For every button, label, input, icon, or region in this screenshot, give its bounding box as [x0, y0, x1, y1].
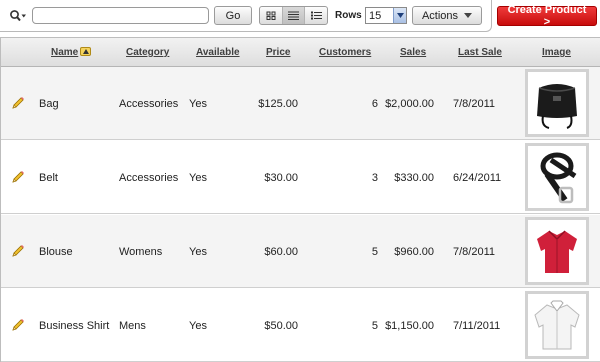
report-view-button[interactable]: [282, 7, 306, 24]
cell-customers: 5: [371, 246, 378, 258]
search-input[interactable]: [32, 7, 209, 24]
edit-pencil-icon[interactable]: [11, 170, 25, 184]
cell-customers: 5: [371, 320, 378, 332]
edit-pencil-icon[interactable]: [11, 318, 25, 332]
chevron-down-icon: [464, 13, 473, 18]
cell-name: Belt: [39, 172, 58, 184]
actions-menu-button[interactable]: Actions: [412, 6, 482, 25]
icon-view-button[interactable]: [260, 7, 283, 24]
product-report: Name Category Available Price Customers …: [0, 37, 600, 362]
header-name[interactable]: Name: [51, 47, 92, 58]
header-last-sale[interactable]: Last Sale: [458, 47, 502, 58]
cell-name: Bag: [39, 98, 59, 110]
edit-pencil-icon[interactable]: [11, 244, 25, 258]
cell-sales: $330.00: [394, 172, 434, 184]
cell-category: Mens: [119, 320, 146, 332]
header-name-label: Name: [51, 47, 79, 58]
cell-customers: 3: [371, 172, 378, 184]
cell-available: Yes: [189, 98, 207, 110]
table-header: Name Category Available Price Customers …: [1, 38, 600, 67]
header-available[interactable]: Available: [196, 47, 240, 58]
cell-available: Yes: [189, 320, 207, 332]
cell-category: Accessories: [119, 98, 179, 110]
rows-label: Rows: [335, 10, 362, 21]
actions-label: Actions: [421, 9, 459, 22]
go-button[interactable]: Go: [214, 6, 252, 25]
report-view-icon: [288, 11, 299, 20]
select-arrow-icon: [393, 8, 406, 23]
sort-ascending-icon: [80, 47, 92, 56]
rows-select[interactable]: 15: [365, 7, 407, 24]
cell-price: $50.00: [264, 320, 298, 332]
detail-view-icon: [310, 11, 322, 20]
belt-image[interactable]: [525, 143, 589, 211]
cell-last-sale: 7/8/2011: [453, 246, 496, 258]
cell-last-sale: 6/24/2011: [453, 172, 502, 184]
cell-sales: $1,150.00: [385, 320, 434, 332]
detail-view-button[interactable]: [305, 7, 327, 24]
cell-last-sale: 7/11/2011: [453, 320, 501, 332]
cell-available: Yes: [189, 246, 207, 258]
cell-customers: 6: [371, 98, 378, 110]
cell-price: $30.00: [264, 172, 298, 184]
header-category[interactable]: Category: [126, 47, 169, 58]
header-image[interactable]: Image: [542, 47, 571, 58]
cell-sales: $2,000.00: [385, 98, 434, 110]
table-row: Belt Accessories Yes $30.00 3 $330.00 6/…: [1, 141, 600, 214]
rows-select-value: 15: [369, 9, 382, 22]
view-mode-toggle: [259, 6, 328, 25]
cell-price: $60.00: [264, 246, 298, 258]
report-toolbar: Go Rows 15 Actions: [0, 0, 492, 32]
cell-name: Blouse: [39, 246, 73, 258]
shirt-image[interactable]: [525, 291, 589, 359]
table-row: Business Shirt Mens Yes $50.00 5 $1,150.…: [1, 289, 600, 362]
blouse-image[interactable]: [525, 217, 589, 285]
cell-available: Yes: [189, 172, 207, 184]
cell-last-sale: 7/8/2011: [453, 98, 496, 110]
header-customers[interactable]: Customers: [319, 47, 371, 58]
cell-price: $125.00: [258, 98, 298, 110]
table-row: Blouse Womens Yes $60.00 5 $960.00 7/8/2…: [1, 215, 600, 288]
table-row: Bag Accessories Yes $125.00 6 $2,000.00 …: [1, 67, 600, 140]
icon-view-icon: [266, 11, 276, 20]
cell-name: Business Shirt: [39, 320, 110, 332]
search-icon[interactable]: [9, 9, 27, 23]
cell-category: Accessories: [119, 172, 179, 184]
header-sales[interactable]: Sales: [400, 47, 426, 58]
create-product-button[interactable]: Create Product >: [497, 4, 597, 28]
bag-image[interactable]: [525, 69, 589, 137]
header-price[interactable]: Price: [266, 47, 290, 58]
edit-pencil-icon[interactable]: [11, 96, 25, 110]
cell-sales: $960.00: [394, 246, 434, 258]
cell-category: Womens: [119, 246, 163, 258]
